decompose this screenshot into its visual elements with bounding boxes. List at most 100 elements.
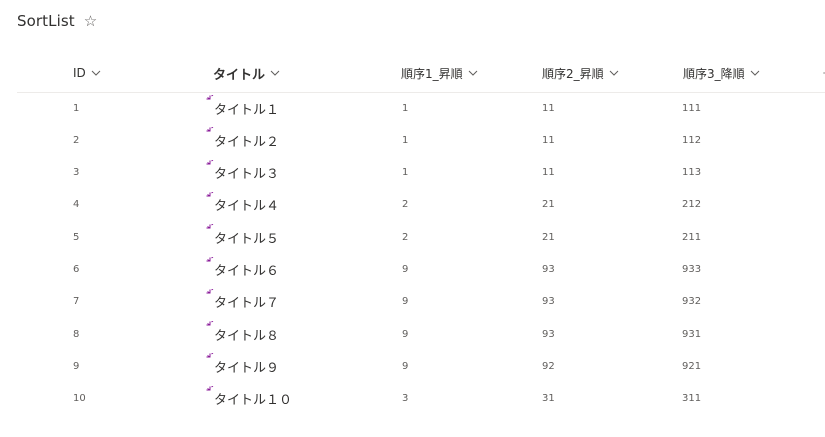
new-item-sparkle-icon [206, 224, 215, 233]
star-outline-icon[interactable]: ☆ [84, 13, 97, 29]
cell-title[interactable]: タイトル６ [206, 254, 279, 286]
cell-text: タイトル８ [214, 328, 280, 344]
cell-order3: 932 [682, 286, 701, 318]
cell-order2: 93 [542, 254, 555, 286]
column-header-order3[interactable]: 順序3_降順 [683, 64, 760, 82]
cell-text: 9 [402, 264, 409, 275]
column-header-label: 順序2_昇順 [542, 66, 604, 81]
cell-text: 11 [542, 102, 555, 114]
cell-order2: 93 [542, 286, 555, 318]
cell-order3: 931 [682, 318, 701, 350]
cell-title[interactable]: タイトル５ [206, 221, 280, 253]
cell-text: 921 [682, 360, 702, 372]
cell-text: 112 [682, 134, 702, 146]
table-row[interactable]: 6 タイトル６ 9 93 933 [17, 254, 825, 286]
cell-text: タイトル５ [214, 231, 280, 247]
cell-text: 1 [402, 167, 409, 179]
new-item-sparkle-icon [206, 256, 215, 266]
table-row[interactable]: 7 タイトル７ 9 93 932 [17, 286, 825, 318]
cell-text: 111 [682, 102, 702, 114]
cell-order1: 1 [402, 157, 408, 189]
table-row[interactable]: 1 タイトル１ 1 11 111 [17, 92, 825, 124]
table-row[interactable]: 4 タイトル４ 2 21 212 [17, 189, 825, 221]
cell-text: 311 [682, 393, 702, 405]
cell-id: 1 [73, 92, 79, 124]
table-row[interactable]: 9 タイトル９ 9 92 921 [17, 350, 825, 382]
cell-text: 212 [682, 199, 702, 211]
cell-text: 113 [682, 167, 702, 179]
cell-title[interactable]: タイトル９ [206, 350, 280, 382]
cell-order1: 1 [402, 92, 408, 124]
cell-id: 3 [73, 157, 79, 189]
cell-text: 2 [402, 231, 409, 243]
cell-title[interactable]: タイトル１０ [206, 383, 293, 415]
table-row[interactable]: 5 タイトル５ 2 21 211 [17, 221, 825, 253]
cell-text: 931 [682, 328, 702, 340]
cell-order3: 111 [682, 92, 701, 124]
table-row[interactable]: 10 タイトル１０ 3 31 311 [17, 383, 825, 415]
cell-order2: 11 [542, 157, 555, 189]
cell-title[interactable]: タイトル４ [206, 189, 280, 221]
cell-order3: 311 [682, 383, 701, 415]
column-header-title[interactable]: タイトル [213, 64, 280, 83]
cell-id: 6 [73, 254, 79, 286]
cell-text: 932 [682, 296, 702, 308]
cell-text: 92 [542, 360, 555, 372]
new-item-sparkle-icon [206, 385, 215, 395]
cell-text: 11 [542, 167, 555, 179]
cell-text: タイトル９ [214, 360, 280, 376]
column-header-order2[interactable]: 順序2_昇順 [542, 64, 619, 82]
cell-title[interactable]: タイトル７ [206, 286, 279, 318]
new-item-sparkle-icon [206, 288, 215, 298]
cell-title[interactable]: タイトル８ [206, 318, 280, 350]
cell-id: 8 [73, 318, 79, 350]
table-row[interactable]: 3 タイトル３ 1 11 113 [17, 157, 825, 189]
cell-title[interactable]: タイトル１ [206, 92, 280, 124]
cell-order1: 9 [402, 350, 408, 382]
cell-order3: 212 [682, 189, 701, 221]
chevron-down-icon [609, 68, 619, 78]
new-item-sparkle-icon [206, 321, 215, 330]
cell-text: 11 [542, 134, 555, 146]
cell-order1: 2 [402, 189, 408, 221]
cell-order3: 933 [682, 254, 701, 286]
cell-order3: 112 [682, 124, 701, 156]
column-header-label: ID [73, 66, 86, 80]
table-row[interactable]: 2 タイトル２ 1 11 112 [17, 124, 825, 156]
chevron-down-icon [468, 68, 478, 78]
cell-order1: 1 [402, 124, 408, 156]
column-header-id[interactable]: ID [73, 64, 101, 82]
cell-order1: 3 [402, 383, 408, 415]
cell-text: 93 [542, 264, 555, 275]
table-row[interactable]: 8 タイトル８ 9 93 931 [17, 318, 825, 350]
list-header: SortList ☆ [17, 9, 97, 33]
page-title: SortList [17, 12, 75, 30]
cell-text: 10 [73, 393, 86, 405]
cell-text: 9 [402, 296, 409, 308]
cell-text: 5 [73, 231, 80, 243]
cell-order3: 113 [682, 157, 701, 189]
cell-title[interactable]: タイトル２ [206, 124, 279, 156]
cell-order2: 93 [542, 318, 555, 350]
chevron-down-icon [91, 68, 101, 78]
cell-text: 9 [73, 360, 80, 372]
cell-text: タイトル１ [214, 102, 280, 118]
cell-text: 211 [682, 231, 702, 243]
cell-order2: 21 [542, 221, 555, 253]
cell-title[interactable]: タイトル３ [206, 157, 279, 189]
cell-text: タイトル１０ [214, 393, 293, 409]
cell-text: 93 [542, 296, 555, 308]
column-header-label: タイトル [213, 67, 266, 83]
cell-text: タイトル４ [214, 199, 280, 215]
cell-id: 9 [73, 350, 79, 382]
cell-text: 3 [73, 167, 80, 179]
cell-id: 10 [73, 383, 86, 415]
new-item-sparkle-icon [206, 353, 215, 362]
cell-order2: 21 [542, 189, 555, 221]
cell-text: 1 [73, 102, 80, 114]
cell-text: 21 [542, 199, 555, 211]
cell-text: 93 [542, 328, 555, 340]
cell-text: 2 [73, 134, 80, 146]
cell-order2: 11 [542, 124, 555, 156]
column-header-order1[interactable]: 順序1_昇順 [401, 64, 478, 82]
